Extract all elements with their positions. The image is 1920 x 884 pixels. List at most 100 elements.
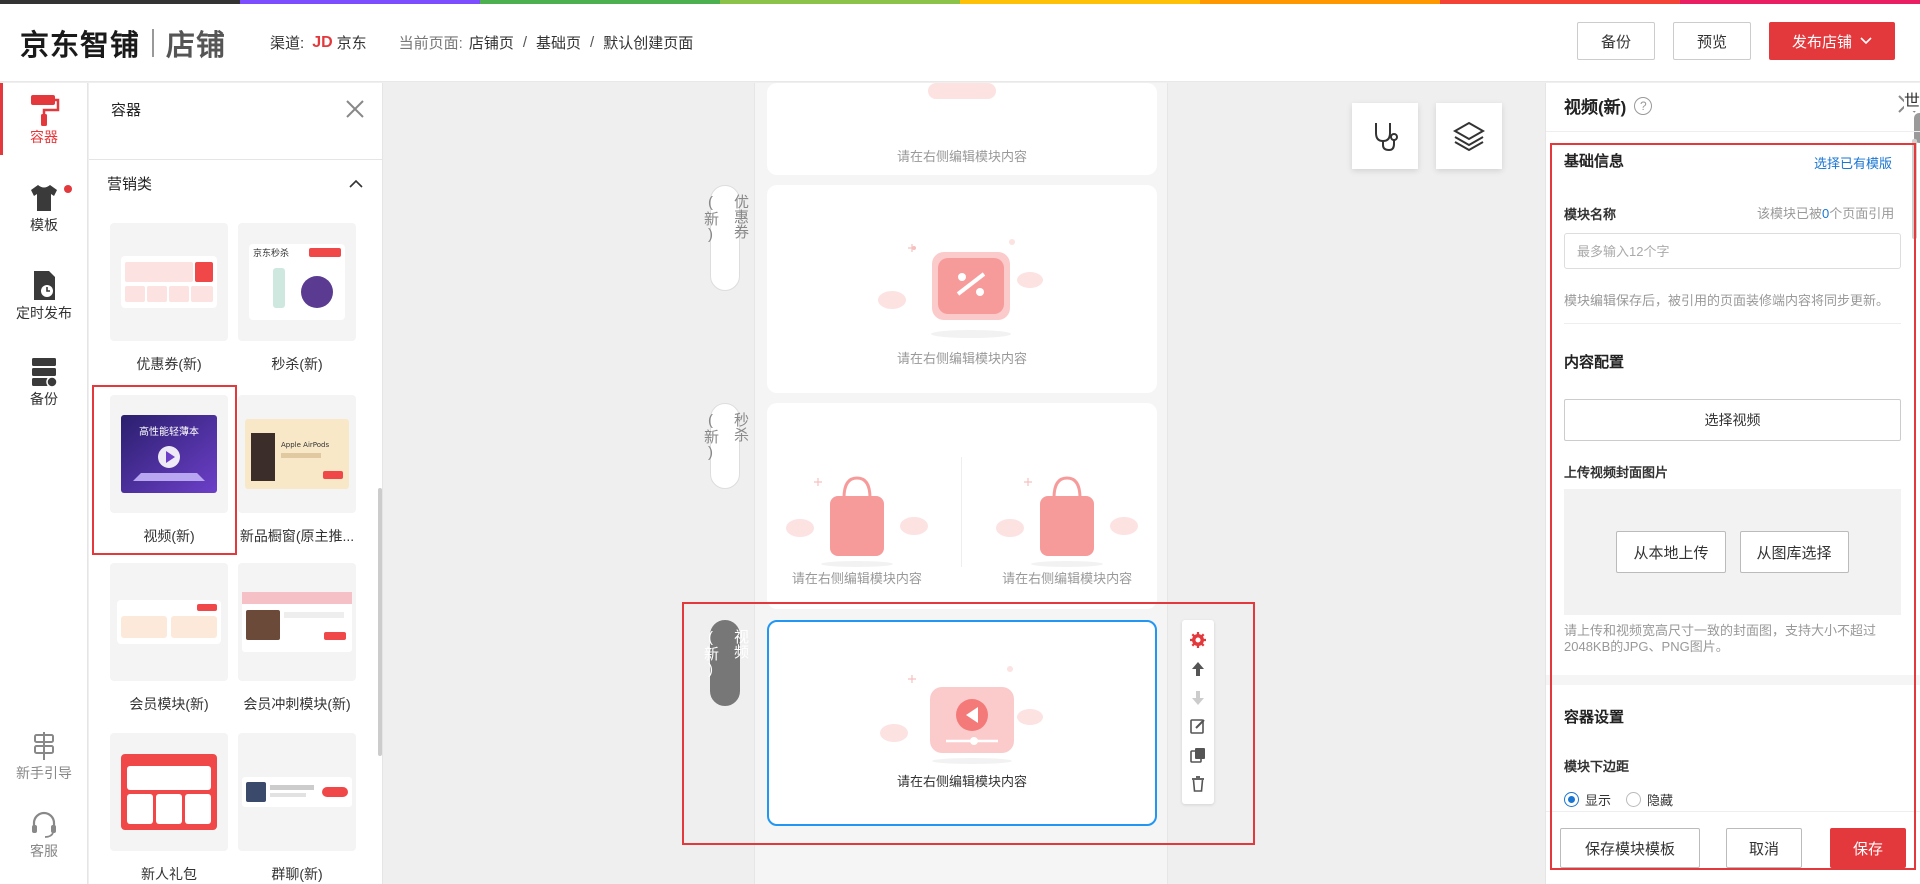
tile-label: 新人礼包 [141,866,197,882]
component-tile-member[interactable]: 会员模块(新) [110,563,228,714]
module-coupon[interactable]: 请在右侧编辑模块内容 [767,185,1157,393]
category-header-marketing[interactable]: 营销类 [107,173,363,194]
component-tile-member-sprint[interactable]: 会员冲刺模块(新) [238,563,356,714]
rail-item-template[interactable]: 模板 [0,181,88,235]
component-tile-coupon[interactable]: 优惠券(新) [110,223,228,374]
category-label: 营销类 [107,176,153,193]
component-tile-new-product[interactable]: Apple AirPods 新品橱窗(原主推... [238,395,356,546]
tile-label: 群聊(新) [271,866,323,882]
app-logo: 京东智铺 店铺 [20,22,226,64]
rail-label: 模板 [30,217,58,233]
panel-title: 容器 [111,102,142,119]
seckill-preview-icon: 京东秒杀 [249,244,345,320]
component-tile-seckill[interactable]: 京东秒杀 秒杀(新) [238,223,356,374]
rail-label: 新手引导 [16,765,72,781]
server-backup-icon [32,358,58,388]
rail-item-container[interactable]: 容器 [0,83,88,155]
left-nav-rail: 容器 模板 定时发布 备份 新手引导 客服 [0,83,88,884]
edit-hint: 请在右侧编辑模块内容 [1002,571,1133,586]
move-up-icon[interactable] [1189,660,1207,678]
module-tag-seckill[interactable]: 秒杀(新) [702,403,749,489]
seckill-slot: 请在右侧编辑模块内容 [782,468,932,587]
rail-item-scheduled-publish[interactable]: 定时发布 [0,269,88,323]
overflow-char: 世 [1904,87,1920,111]
edit-hint: 请在右侧编辑模块内容 [896,149,1027,164]
breadcrumb-item[interactable]: 基础页 [536,32,581,53]
component-tile-group-chat[interactable]: 群聊(新) [238,733,356,884]
tile-selection-highlight [92,385,237,555]
backup-button[interactable]: 备份 [1577,22,1655,60]
publish-shop-button[interactable]: 发布店铺 [1769,22,1895,60]
shopping-bag-icon [785,476,928,567]
tile-label: 新品橱窗(原主推... [239,528,355,544]
edit-hint: 请在右侧编辑模块内容 [791,571,922,586]
tile-thumbnail [110,563,228,681]
panel-divider [89,159,382,160]
selected-module-highlight [682,602,1255,845]
breadcrumb: 当前页面: 店铺页 / 基础页 / 默认创建页面 [399,32,694,53]
settings-highlight [1550,143,1916,870]
help-icon[interactable]: ? [1634,96,1653,115]
settings-gear-icon[interactable] [1189,631,1207,649]
edit-icon[interactable] [1189,717,1207,735]
placeholder-illustration-icon [928,83,996,99]
edit-hint: 请在右侧编辑模块内容 [896,351,1027,366]
shopping-bag-icon [996,476,1139,567]
tile-thumbnail: 京东秒杀 [238,223,356,341]
layers-button[interactable] [1436,103,1502,169]
top-header: 京东智铺 店铺 渠道: JD 京东 当前页面: 店铺页 / 基础页 / 默认创建… [0,4,1920,82]
rail-item-customer-service[interactable]: 客服 [0,807,88,861]
signpost-icon [34,732,54,760]
move-down-icon [1192,690,1204,705]
component-panel: 容器 营销类 优惠券(新) 京东秒杀 秒杀(新) 高性能轻薄本 视频(新) Ap… [89,83,383,884]
tile-thumbnail: Apple AirPods [238,395,356,513]
member-preview-icon [117,600,221,644]
settings-title: 视频(新) ? [1564,93,1653,118]
header-actions: 备份 预览 发布店铺 [1577,22,1895,60]
tile-thumbnail [238,563,356,681]
rail-label: 客服 [30,843,58,859]
thumb-text: 京东秒杀 [253,247,289,259]
coupon-preview-icon [121,256,217,308]
settings-header-divider [1546,131,1920,132]
paint-roller-icon [31,95,60,126]
tile-label: 会员冲刺模块(新) [243,696,351,712]
module-placeholder[interactable]: 请在右侧编辑模块内容 [767,83,1157,175]
panel-scrollbar[interactable] [378,488,382,756]
tile-label: 会员模块(新) [129,696,209,712]
jd-mark: JD [312,33,333,51]
chevron-down-icon [1860,37,1872,45]
tile-thumbnail [110,733,228,851]
headset-icon [32,811,56,838]
layers-icon [1452,121,1486,152]
notification-dot [64,185,72,193]
preview-button[interactable]: 预览 [1673,22,1751,60]
module-toolbar [1182,620,1214,804]
breadcrumb-item: 默认创建页面 [603,35,694,52]
channel-indicator: 渠道: JD 京东 [270,32,367,53]
settings-title-text: 视频(新) [1564,98,1627,117]
module-tag-coupon[interactable]: 优惠券(新) [702,185,749,291]
stethoscope-icon [1375,123,1398,152]
module-seckill[interactable]: 请在右侧编辑模块内容 请在右侧编辑模块内容 [767,403,1157,609]
close-icon[interactable] [343,97,367,121]
breadcrumb-item[interactable]: 店铺页 [469,32,514,53]
copy-icon[interactable] [1189,746,1207,764]
delete-icon[interactable] [1189,775,1207,793]
tshirt-icon [31,185,57,211]
rail-item-backup[interactable]: 备份 [0,355,88,409]
settings-panel: 视频(新) ? 世 基础信息 选择已有模版 模块名称 该模块已被0个页面引用 模… [1545,83,1920,884]
coupon-icon [878,239,1043,338]
member-sprint-preview-icon [242,592,352,652]
rail-item-guide[interactable]: 新手引导 [0,729,88,783]
component-tile-newcomer-gift[interactable]: 新人礼包 [110,733,228,884]
scheduled-doc-icon [34,271,55,300]
tile-thumbnail [110,223,228,341]
gift-preview-icon [121,754,217,830]
rail-label: 备份 [30,391,58,407]
breadcrumb-separator: / [590,34,595,51]
rail-label: 定时发布 [16,305,72,321]
diagnose-button[interactable] [1352,103,1418,169]
tile-label: 优惠券(新) [136,356,202,372]
logo-divider [152,28,155,57]
